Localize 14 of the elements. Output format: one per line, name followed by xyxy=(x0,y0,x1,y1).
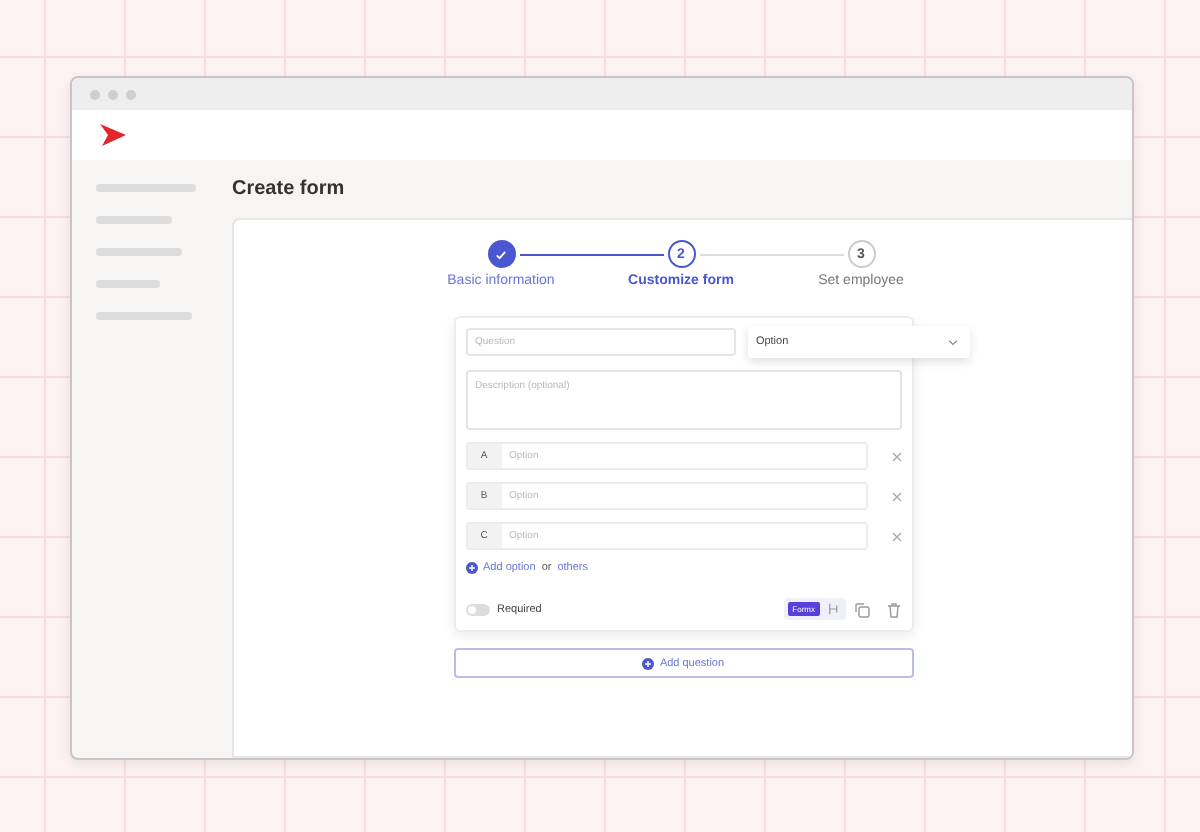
plus-icon xyxy=(641,657,654,669)
window-dot xyxy=(108,89,118,99)
close-icon[interactable] xyxy=(891,491,901,501)
close-icon[interactable] xyxy=(891,451,901,461)
window-dot xyxy=(90,89,100,99)
window-dot xyxy=(126,89,136,99)
copy-icon[interactable] xyxy=(853,601,869,617)
close-icon[interactable] xyxy=(891,531,901,541)
chevron-icon xyxy=(947,339,957,345)
page-title: Create form xyxy=(232,176,347,204)
trash-icon[interactable] xyxy=(885,601,901,617)
plus-icon xyxy=(465,562,477,574)
logo-icon xyxy=(100,124,126,146)
required-toggle[interactable] xyxy=(465,603,489,615)
